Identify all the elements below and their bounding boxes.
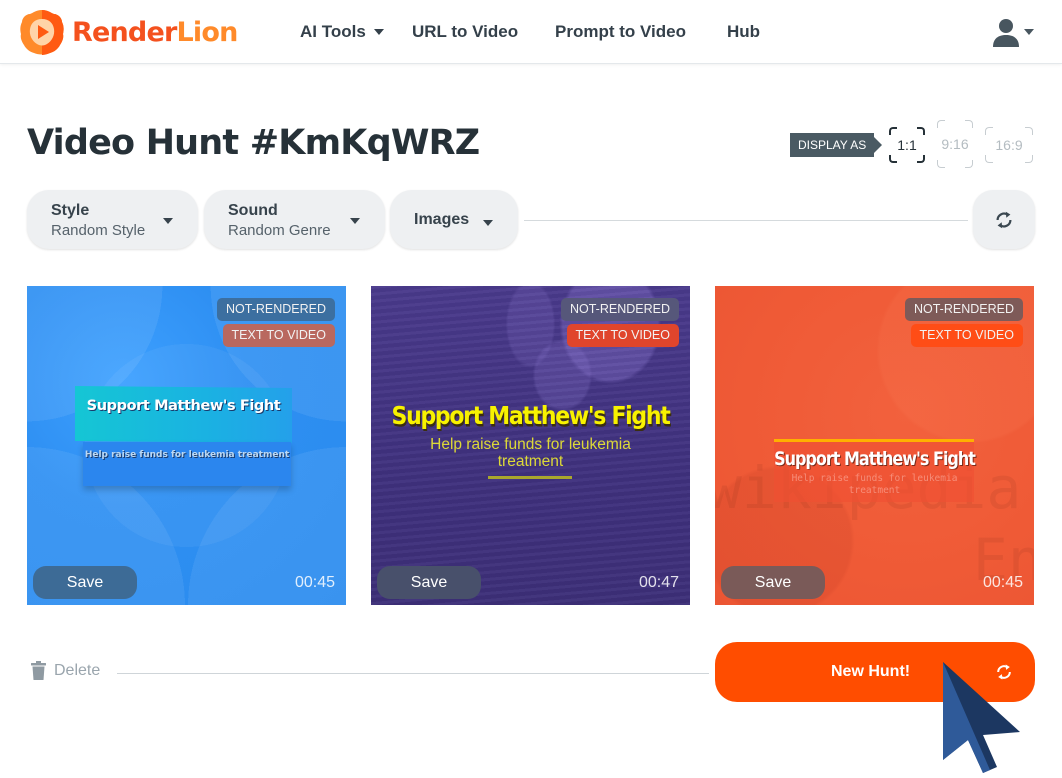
thumbnail-title: Support Matthew's Fight xyxy=(391,402,671,431)
frame-corner xyxy=(889,155,897,163)
style-dropdown[interactable]: Style Random Style xyxy=(27,190,198,249)
ratio-9-16-button[interactable]: 9:16 xyxy=(937,120,973,168)
badges: NOT-RENDERED TEXT TO VIDEO xyxy=(904,298,1023,347)
frame-corner xyxy=(985,127,993,135)
nav-ai-tools[interactable]: AI Tools xyxy=(300,22,384,42)
brand-logo[interactable]: RenderLion xyxy=(18,8,238,56)
save-button[interactable]: Save xyxy=(377,566,481,599)
thumbnail-subtitle: Help raise funds for leukemia treatment xyxy=(430,436,631,470)
frame-corner xyxy=(965,120,973,128)
frame-corner xyxy=(965,160,973,168)
display-as-label: DISPLAY AS xyxy=(790,133,883,157)
user-menu-button[interactable] xyxy=(990,14,1034,50)
style-value: Random Style xyxy=(51,222,146,239)
video-duration: 00:45 xyxy=(982,574,1023,591)
divider xyxy=(117,673,709,674)
lion-play-logo-icon xyxy=(20,10,64,55)
nav-hub-label: Hub xyxy=(727,22,761,41)
frame-corner xyxy=(917,127,925,135)
ratio-16-9-button[interactable]: 16:9 xyxy=(985,127,1033,163)
status-badge: NOT-RENDERED xyxy=(904,298,1023,321)
nav-prompt-to-video-label: Prompt to Video xyxy=(555,22,686,41)
nav-hub[interactable]: Hub xyxy=(727,22,760,42)
frame-corner xyxy=(889,127,897,135)
badges: NOT-RENDERED TEXT TO VIDEO xyxy=(560,298,679,347)
refresh-filters-button[interactable] xyxy=(973,190,1035,249)
nav-prompt-to-video[interactable]: Prompt to Video xyxy=(555,22,686,42)
nav-url-to-video[interactable]: URL to Video xyxy=(412,22,518,42)
video-duration: 00:47 xyxy=(638,574,679,591)
badges: NOT-RENDERED TEXT TO VIDEO xyxy=(216,298,335,347)
user-icon xyxy=(993,19,1019,47)
brand-name: RenderLion xyxy=(72,17,238,48)
brand-name-lion: Lion xyxy=(176,16,238,48)
ratio-label: 1:1 xyxy=(897,137,917,153)
type-badge: TEXT TO VIDEO xyxy=(910,324,1023,347)
frame-corner xyxy=(917,155,925,163)
page-title: Video Hunt #KmKqWRZ xyxy=(27,123,480,163)
status-badge: NOT-RENDERED xyxy=(560,298,679,321)
frame-corner xyxy=(1025,127,1033,135)
video-card[interactable]: Support Matthew's Fight Help raise funds… xyxy=(371,286,690,605)
caret-down-icon xyxy=(1024,29,1034,35)
nav-ai-tools-label: AI Tools xyxy=(300,22,366,41)
frame-corner xyxy=(1025,155,1033,163)
delete-label: Delete xyxy=(54,661,101,679)
style-label: Style xyxy=(51,202,90,219)
underline-decoration xyxy=(488,476,572,479)
save-button[interactable]: Save xyxy=(33,566,137,599)
type-badge: TEXT TO VIDEO xyxy=(566,324,679,347)
new-hunt-button[interactable]: New Hunt! xyxy=(715,642,1035,702)
sound-value: Random Genre xyxy=(228,222,331,239)
sound-dropdown[interactable]: Sound Random Genre xyxy=(204,190,385,249)
frame-corner xyxy=(937,120,945,128)
thumbnail-subtitle: Help raise funds for leukemia treatment xyxy=(84,450,290,460)
caret-down-icon xyxy=(483,220,493,226)
nav-url-to-video-label: URL to Video xyxy=(412,22,519,41)
caret-down-icon xyxy=(373,29,384,35)
thumbnail-title-box: Support Matthew's Fight Help raise funds… xyxy=(75,386,292,486)
thumbnail-title: Support Matthew's Fight xyxy=(86,398,281,414)
delete-button[interactable]: Delete xyxy=(31,661,100,680)
brand-name-render: Render xyxy=(72,16,177,48)
images-label: Images xyxy=(414,211,470,228)
caret-down-icon xyxy=(350,218,360,224)
thumbnail-title: Support Matthew's Fight xyxy=(774,447,976,470)
images-dropdown[interactable]: Images xyxy=(390,190,518,249)
top-navbar: RenderLion AI Tools URL to Video Prompt … xyxy=(0,0,1062,64)
refresh-icon xyxy=(997,664,1011,680)
refresh-icon xyxy=(996,211,1012,228)
video-card[interactable]: Support Matthew's Fight Help raise funds… xyxy=(27,286,346,605)
sound-label: Sound xyxy=(228,202,278,219)
status-badge: NOT-RENDERED xyxy=(216,298,335,321)
divider xyxy=(524,220,968,221)
frame-corner xyxy=(937,160,945,168)
frame-corner xyxy=(985,155,993,163)
caret-down-icon xyxy=(163,218,173,224)
video-card[interactable]: wikipedia En Support Matthew's Fight Hel… xyxy=(715,286,1034,605)
ratio-1-1-button[interactable]: 1:1 xyxy=(889,127,925,163)
video-duration: 00:45 xyxy=(294,574,335,591)
ratio-label: 9:16 xyxy=(941,136,969,152)
thumbnail-subtitle: Help raise funds for leukemia treatment xyxy=(791,473,958,496)
new-hunt-label: New Hunt! xyxy=(831,663,911,680)
save-button[interactable]: Save xyxy=(721,566,825,599)
trash-icon xyxy=(31,661,46,680)
ratio-label: 16:9 xyxy=(995,137,1023,153)
type-badge: TEXT TO VIDEO xyxy=(222,324,335,347)
